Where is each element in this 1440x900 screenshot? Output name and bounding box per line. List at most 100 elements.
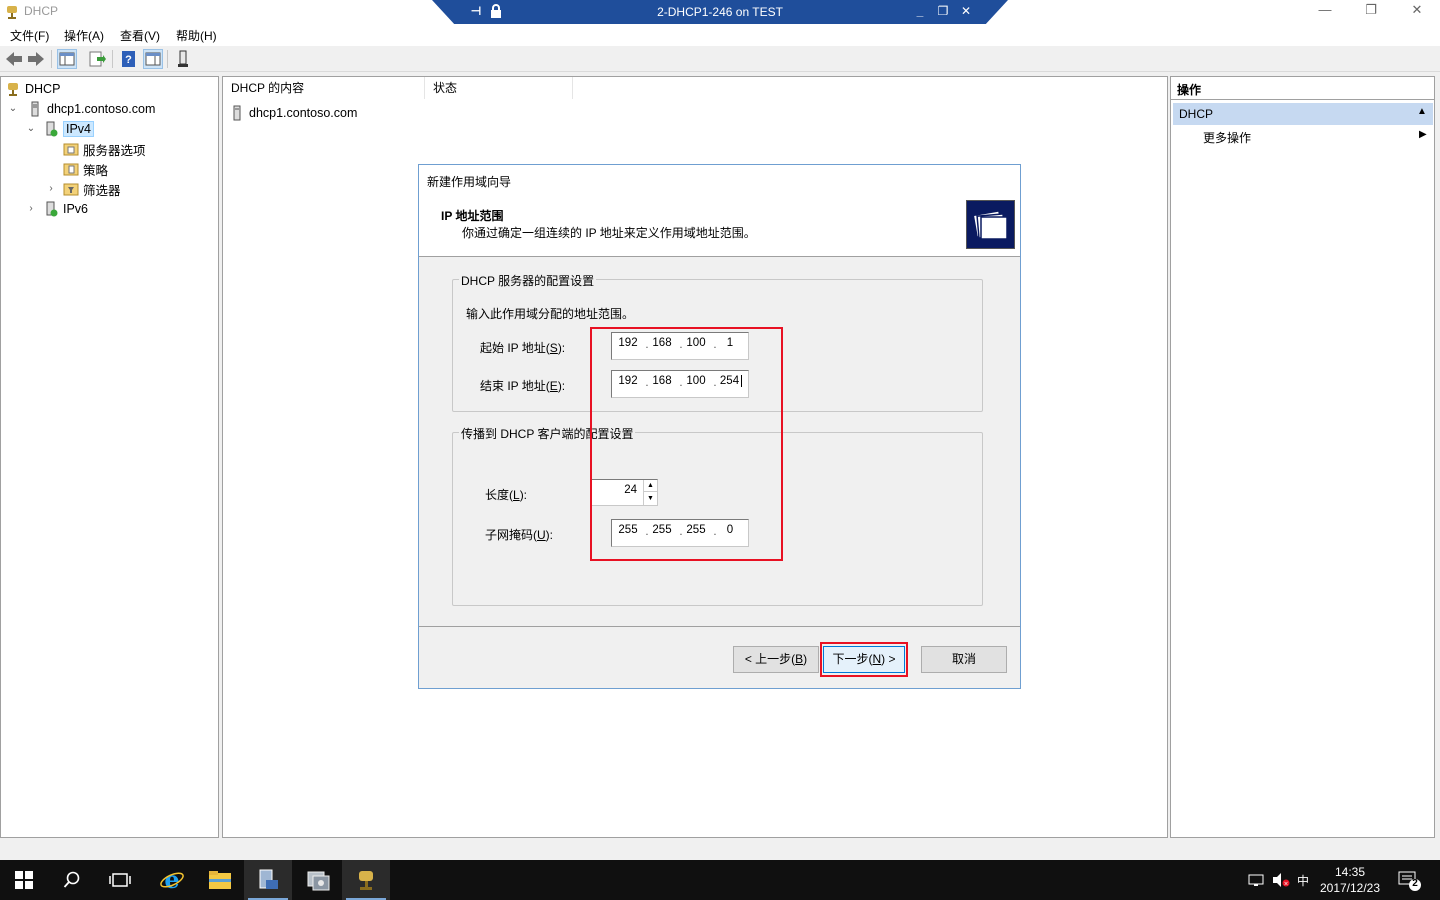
tree-label: 策略 [83,163,109,178]
tree-item-policies[interactable]: 策略 [63,159,108,179]
menu-action[interactable]: 操作(A) [64,27,104,44]
submenu-arrow-icon: ▶ [1419,129,1427,140]
tree-label: IPv4 [63,121,95,137]
tree-item-dhcp[interactable]: DHCP [5,79,60,99]
actions-panel: 操作 DHCP ▲ 更多操作 ▶ [1170,76,1435,838]
taskbar-explorer[interactable] [196,860,244,900]
actions-section-dhcp[interactable]: DHCP ▲ [1173,103,1433,125]
menu-view[interactable]: 查看(V) [120,27,160,44]
clock[interactable]: 14:35 2017/12/23 [1310,864,1390,896]
divider [1171,99,1434,100]
ipv4-icon [43,121,59,137]
chevron-right-icon[interactable]: › [45,183,57,195]
rdp-title: 2-DHCP1-246 on TEST [657,5,783,19]
ip-range-highlight-box [590,327,783,561]
rdp-restore-button[interactable]: ❐ [935,4,951,18]
svg-text:?: ? [125,54,132,66]
task-view-icon [109,873,131,887]
wizard-heading: IP 地址范围 [441,209,504,223]
export-list-icon[interactable] [87,49,107,69]
taskbar-dhcp[interactable] [342,860,390,900]
range-instruction: 输入此作用域分配的地址范围。 [466,307,635,321]
tree-label: IPv6 [63,202,89,216]
start-button[interactable] [0,860,48,900]
console-tree-panel: DHCP ⌄ dhcp1.contoso.com ⌄ IPv4 服务器选项 策略… [0,76,219,838]
tree-label: 服务器选项 [83,143,146,158]
end-ip-label: 结束 IP 地址(E): [480,379,566,393]
folder-options-icon [63,141,79,157]
restore-button[interactable]: ❐ [1348,2,1394,22]
action-pane-icon[interactable] [143,49,163,69]
ipv6-icon [43,201,59,217]
server-icon [229,105,245,121]
server-icon [27,101,43,117]
back-arrow-icon[interactable] [4,49,24,69]
tree-label: DHCP [25,82,61,96]
menu-bar: 文件(F) 操作(A) 查看(V) 帮助(H) [0,24,1440,46]
tree-item-filters[interactable]: › 筛选器 [45,179,121,199]
cancel-button[interactable]: 取消 [921,646,1007,673]
column-header-name[interactable]: DHCP 的内容 [223,77,425,99]
taskbar-admin-tools[interactable] [294,860,342,900]
ime-indicator[interactable]: 中 [1297,872,1309,889]
svg-text:×: × [1283,881,1288,888]
folder-filter-icon [63,181,79,197]
toolbar: ? [0,46,1440,72]
tree-item-server-options[interactable]: 服务器选项 [63,139,146,159]
tree-item-ipv6[interactable]: › IPv6 [25,199,88,219]
taskbar-ie[interactable]: e [148,860,196,900]
svg-text:e: e [164,867,179,893]
tree-item-ipv4[interactable]: ⌄ IPv4 [25,119,95,139]
chevron-right-icon[interactable]: › [25,203,37,215]
server-manager-icon [259,869,278,889]
task-view-button[interactable] [96,860,144,900]
clock-date: 2017/12/23 [1319,881,1381,895]
toolbar-separator [51,50,52,68]
chevron-down-icon[interactable]: ⌄ [7,103,19,115]
taskbar: e × 中 14:35 2017/12/23 2 [0,860,1440,900]
collapse-up-icon[interactable]: ▲ [1417,106,1427,117]
menu-help[interactable]: 帮助(H) [176,27,217,44]
more-actions-item[interactable]: 更多操作 ▶ [1173,127,1433,147]
rdp-minimize-button[interactable]: _ [912,4,928,18]
forward-arrow-icon[interactable] [26,49,46,69]
action-center-icon[interactable]: 2 [1398,870,1422,895]
actions-header: 操作 [1177,83,1202,97]
tree-label: 筛选器 [83,183,121,198]
close-button[interactable]: ✕ [1394,2,1440,22]
toolbar-separator [112,50,113,68]
list-item-label: dhcp1.contoso.com [249,106,358,120]
tree-label: dhcp1.contoso.com [47,102,156,116]
network-icon[interactable] [1248,872,1264,891]
footer-divider [419,626,1020,627]
notification-count: 2 [1412,878,1418,889]
help-icon[interactable]: ? [119,49,139,69]
taskbar-server-manager[interactable] [244,860,292,900]
start-ip-label: 起始 IP 地址(S): [480,341,566,355]
rdp-close-button[interactable]: ✕ [958,4,974,18]
back-button[interactable]: < 上一步(B) [733,646,819,673]
folder-policy-icon [63,161,79,177]
column-header-status[interactable]: 状态 [425,77,573,99]
next-button-highlight-box [820,642,908,677]
wizard-title: 新建作用域向导 [427,175,512,189]
more-actions-label: 更多操作 [1203,131,1252,145]
actions-section-label: DHCP [1179,107,1214,121]
search-button[interactable] [48,860,96,900]
menu-file[interactable]: 文件(F) [10,27,49,44]
volume-muted-icon[interactable]: × [1272,872,1290,891]
list-item[interactable]: dhcp1.contoso.com [229,103,357,123]
toolbar-separator [167,50,168,68]
subnet-mask-label: 子网掩码(U): [485,528,554,542]
server-status-icon[interactable] [173,49,193,69]
chevron-down-icon[interactable]: ⌄ [25,123,37,135]
group-label: DHCP 服务器的配置设置 [459,272,597,289]
window-title: DHCP [24,4,59,18]
wizard-header: 新建作用域向导 IP 地址范围 你通过确定一组连续的 IP 地址来定义作用域地址… [419,165,1020,257]
console-tree-icon[interactable] [57,49,77,69]
clock-time: 14:35 [1334,865,1366,879]
dhcp-taskbar-icon [359,871,373,890]
minimize-button[interactable]: — [1302,2,1348,22]
tree-item-server[interactable]: ⌄ dhcp1.contoso.com [7,99,155,119]
admin-tools-icon [307,871,330,891]
